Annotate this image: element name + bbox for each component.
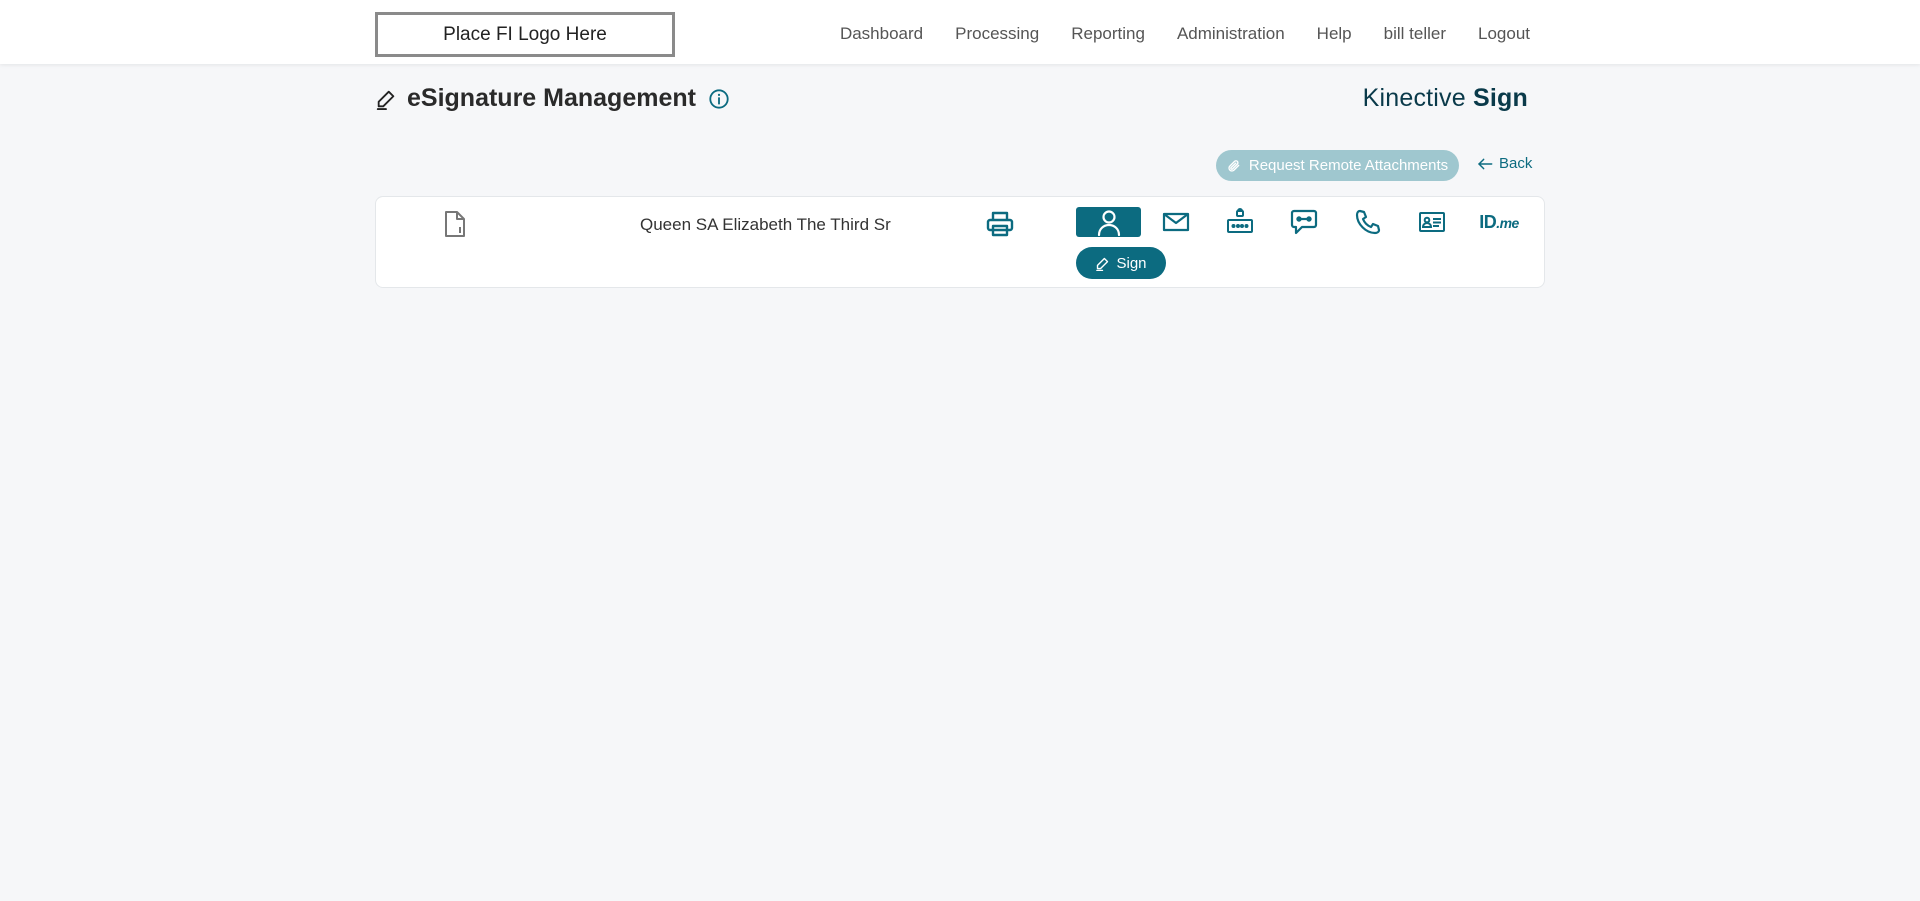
idme-text-a: ID	[1479, 211, 1497, 232]
nav-logout[interactable]: Logout	[1478, 24, 1530, 44]
nav-administration[interactable]: Administration	[1177, 24, 1285, 44]
nav-dashboard[interactable]: Dashboard	[840, 24, 923, 44]
idme-method-button[interactable]: ID.me	[1474, 207, 1524, 237]
sign-label: Sign	[1116, 254, 1147, 272]
passcode-method-button[interactable]	[1220, 207, 1260, 237]
signer-name: Queen SA Elizabeth The Third Sr	[640, 215, 891, 234]
arrow-left-icon	[1478, 158, 1493, 169]
idme-logo: ID.me	[1479, 212, 1519, 233]
request-remote-attachments-button[interactable]: Request Remote Attachments	[1216, 150, 1459, 181]
main-nav: Dashboard Processing Reporting Administr…	[840, 0, 1530, 68]
id-card-method-button[interactable]	[1412, 207, 1452, 237]
email-method-button[interactable]	[1156, 207, 1196, 237]
phone-icon	[1355, 209, 1381, 235]
signer-card: Queen SA Elizabeth The Third Sr ID.me Si…	[375, 196, 1545, 288]
sms-method-button[interactable]	[1284, 207, 1324, 237]
pen-icon	[376, 90, 395, 110]
page-header: eSignature Management	[375, 84, 730, 113]
nav-user-menu[interactable]: bill teller	[1384, 24, 1446, 44]
page-title: eSignature Management	[407, 84, 696, 112]
nav-help[interactable]: Help	[1317, 24, 1352, 44]
sign-button[interactable]: Sign	[1076, 247, 1166, 279]
nav-reporting[interactable]: Reporting	[1071, 24, 1145, 44]
brand-light: Kinective	[1362, 84, 1466, 112]
back-label: Back	[1499, 155, 1533, 172]
id-card-icon	[1419, 212, 1445, 232]
envelope-icon	[1162, 212, 1190, 232]
person-icon	[1097, 210, 1120, 236]
back-link[interactable]: Back	[1477, 155, 1532, 172]
fi-logo-placeholder[interactable]: Place FI Logo Here	[375, 12, 675, 57]
paperclip-icon	[1228, 159, 1240, 172]
request-remote-attachments-label: Request Remote Attachments	[1248, 157, 1449, 174]
printer-icon[interactable]	[985, 209, 1015, 239]
idme-text-b: .me	[1496, 214, 1519, 231]
kinective-sign-brand: Kinective Sign	[1363, 84, 1528, 113]
top-bar: Place FI Logo Here Dashboard Processing …	[0, 0, 1920, 64]
document-icon[interactable]	[443, 210, 467, 238]
pen-icon	[1096, 257, 1109, 271]
brand-bold: Sign	[1473, 84, 1528, 112]
in-person-method-button[interactable]	[1076, 207, 1141, 237]
phone-method-button[interactable]	[1348, 207, 1388, 237]
chat-bubble-icon	[1290, 209, 1318, 235]
nav-processing[interactable]: Processing	[955, 24, 1039, 44]
info-icon[interactable]	[708, 88, 730, 110]
password-lock-icon	[1227, 208, 1253, 233]
